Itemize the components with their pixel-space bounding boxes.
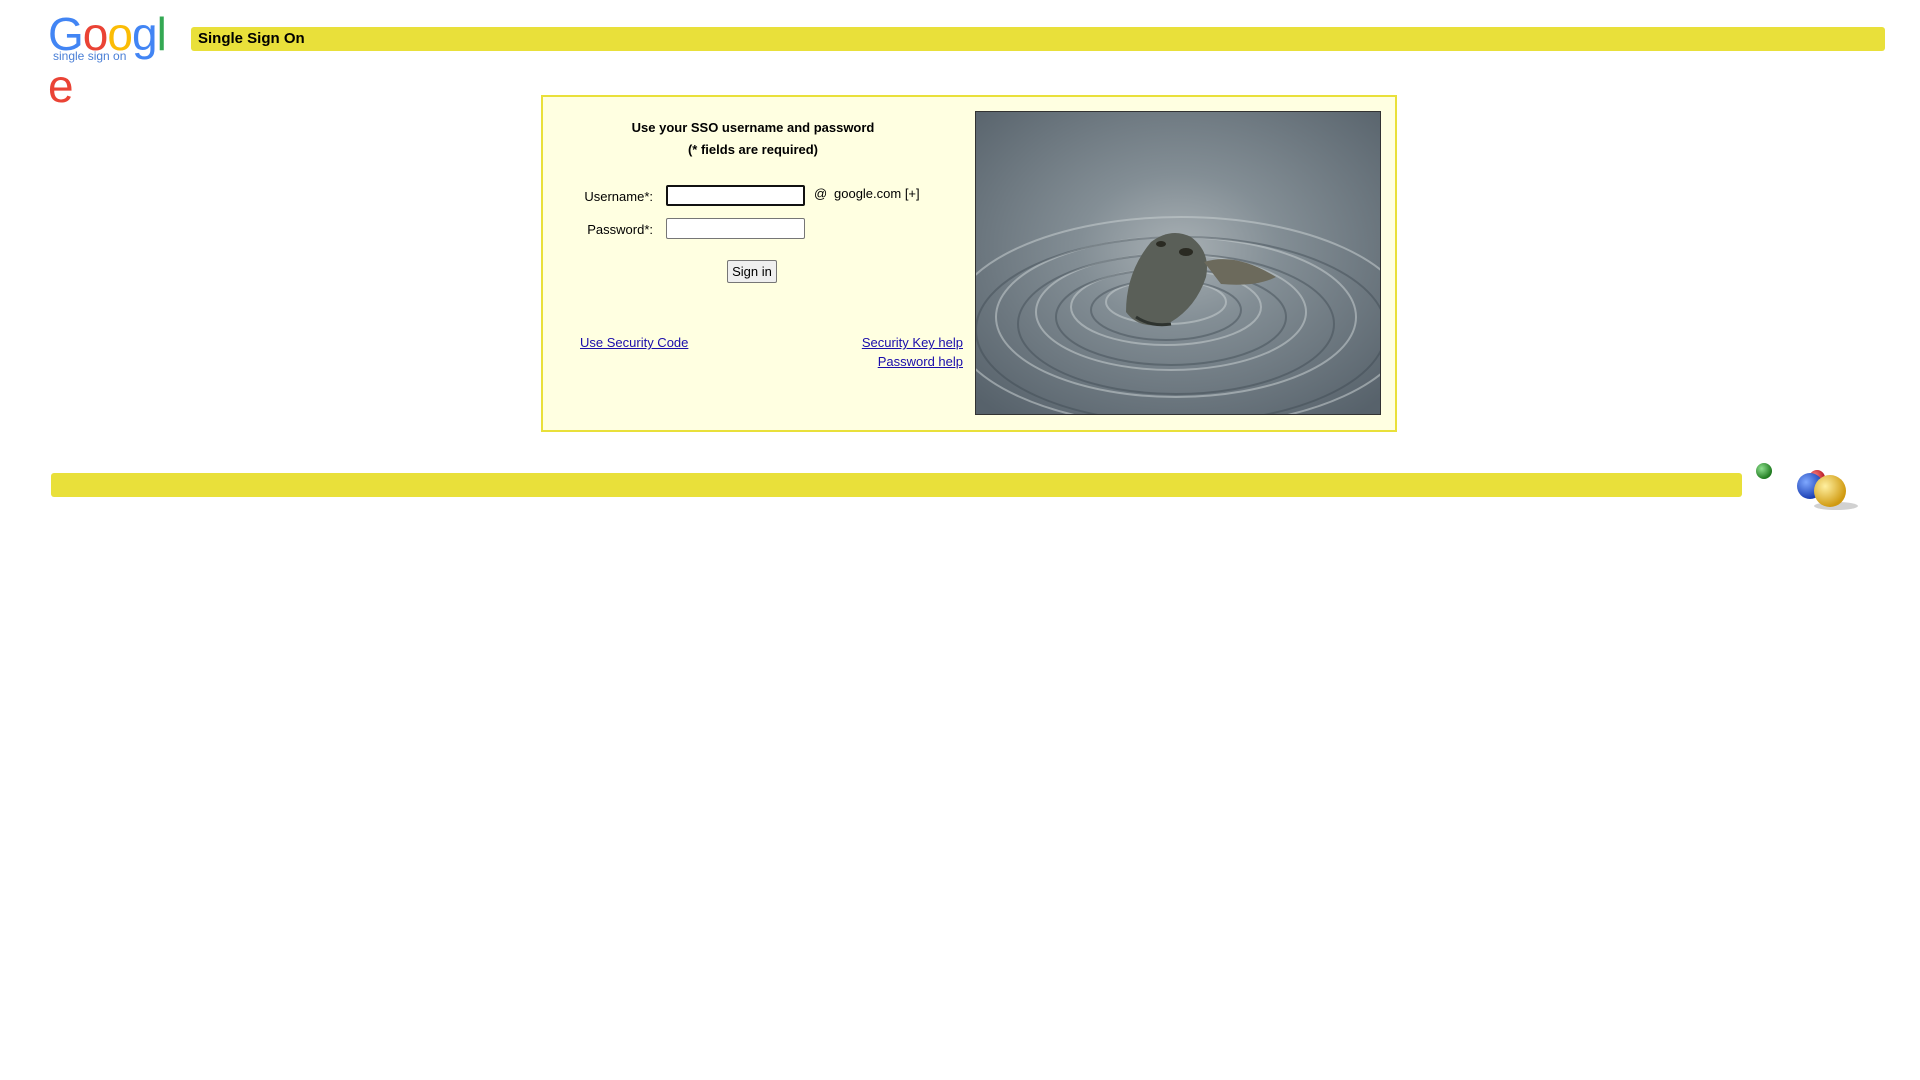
form-heading-line2: (* fields are required) [687,142,819,157]
page-header: Google single sign on Single Sign On [48,8,1885,112]
page-title: Single Sign On [191,27,1885,51]
password-input[interactable] [666,218,805,239]
domain-selector[interactable]: google.com [+] [834,186,920,201]
form-heading-line1: Use your SSO username and password [631,120,875,135]
logo-subtitle: single sign on [53,49,127,63]
login-form: Use your SSO username and password (* fi… [543,97,963,430]
password-help-link[interactable]: Password help [763,354,963,369]
at-sign: @ [814,186,828,201]
logo-letter: g [131,8,158,60]
form-heading: Use your SSO username and password (* fi… [543,117,963,161]
alligator-photo [975,111,1381,415]
logo-letter: l [156,8,167,60]
username-input[interactable] [666,185,805,206]
login-panel: Use your SSO username and password (* fi… [541,95,1397,432]
alligator-photo-illustration [976,112,1380,414]
google-logo[interactable]: Google single sign on [48,8,188,112]
logo-letter: e [48,60,74,112]
footer-bar [51,473,1742,497]
password-label: Password*: [587,222,653,237]
use-security-code-link[interactable]: Use Security Code [580,335,688,350]
sign-in-button[interactable]: Sign in [727,260,777,283]
security-key-help-link[interactable]: Security Key help [763,335,963,350]
decorative-balls-icon [1756,463,1858,510]
username-label: Username*: [584,189,653,204]
